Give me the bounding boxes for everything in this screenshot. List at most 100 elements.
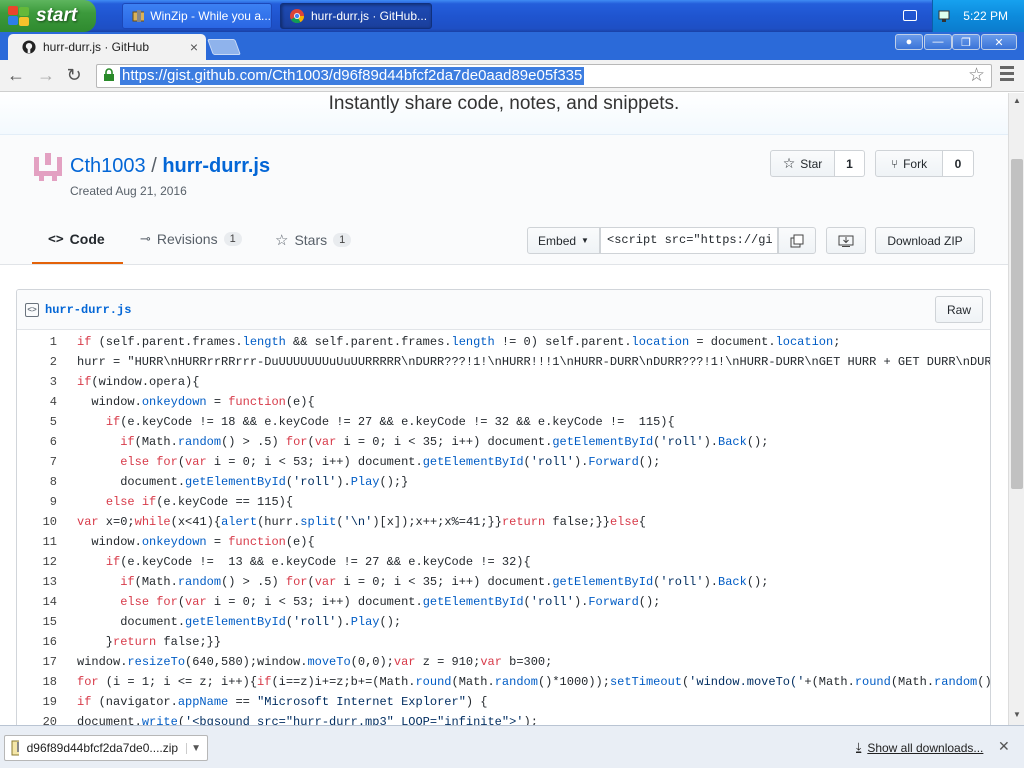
fork-button[interactable]: ⑂ Fork (875, 150, 943, 177)
line-number[interactable]: 2 (17, 352, 61, 372)
taskbar-item-winzip[interactable]: WinZip - While you a... (122, 3, 272, 29)
avatar[interactable] (34, 153, 62, 181)
line-content: document.getElementById('roll').Play(); (77, 615, 402, 629)
line-number[interactable]: 15 (17, 612, 61, 632)
line-content: window.onkeydown = function(e){ (77, 395, 315, 409)
back-icon[interactable]: ← (6, 65, 26, 85)
new-tab-button[interactable] (207, 39, 241, 55)
page-scrollbar[interactable]: ▲ ▼ (1008, 93, 1024, 725)
lock-icon (104, 68, 114, 81)
line-content: window.resizeTo(640,580);window.moveTo(0… (77, 655, 553, 669)
taskbar-item-chrome[interactable]: hurr-durr.js · GitHub... (280, 3, 432, 29)
line-number[interactable]: 12 (17, 552, 61, 572)
chrome-menu-icon[interactable] (1000, 66, 1014, 84)
line-number[interactable]: 13 (17, 572, 61, 592)
minimize-icon[interactable]: — (924, 34, 952, 50)
file-name-link[interactable]: hurr-durr.js (45, 303, 131, 317)
github-icon (22, 40, 36, 54)
code-line: 9 else if(e.keyCode == 115){ (17, 492, 990, 512)
embed-url-input[interactable]: <script src="https://gi (600, 227, 778, 254)
system-tray: 5:22 PM (932, 0, 1024, 32)
tab-close-icon[interactable]: × (190, 39, 198, 55)
tab-code[interactable]: <> Code (48, 231, 105, 247)
show-all-downloads-link[interactable]: ⤓ Show all downloads... (856, 740, 983, 755)
line-content: }return false;}} (77, 635, 222, 649)
gist-filename-link[interactable]: hurr-durr.js (162, 155, 270, 177)
fork-icon: ⑂ (890, 156, 899, 171)
line-content: if (navigator.appName == "Microsoft Inte… (77, 695, 488, 709)
open-desktop-button[interactable] (826, 227, 866, 254)
code-line: 14 else for(var i = 0; i < 53; i++) docu… (17, 592, 990, 612)
tagline: Instantly share code, notes, and snippet… (328, 93, 680, 114)
line-number[interactable]: 10 (17, 512, 61, 532)
reload-icon[interactable]: ↻ (64, 65, 84, 85)
code-line: 6 if(Math.random() > .5) for(var i = 0; … (17, 432, 990, 452)
selected-tab-indicator (32, 262, 123, 264)
tab-stars[interactable]: ☆ Stars 1 (275, 231, 352, 249)
user-icon[interactable]: ● (895, 34, 923, 50)
line-number[interactable]: 1 (17, 332, 61, 352)
line-content: var x=0;while(x<41){alert(hurr.split('\n… (77, 515, 646, 529)
line-number[interactable]: 3 (17, 372, 61, 392)
download-arrow-icon: ⤓ (856, 740, 862, 754)
tab-revisions[interactable]: ⊸ Revisions 1 (140, 231, 242, 247)
page-viewport: Instantly share code, notes, and snippet… (0, 93, 1008, 725)
raw-button[interactable]: Raw (935, 296, 983, 323)
line-content: window.onkeydown = function(e){ (77, 535, 315, 549)
line-number[interactable]: 7 (17, 452, 61, 472)
network-icon[interactable] (937, 8, 953, 24)
line-number[interactable]: 5 (17, 412, 61, 432)
close-window-icon[interactable]: ✕ (981, 34, 1017, 50)
close-download-bar-icon[interactable]: ✕ (998, 738, 1010, 755)
code-line: 1 if (self.parent.frames.length && self.p… (17, 332, 990, 352)
line-number[interactable]: 19 (17, 692, 61, 712)
download-item[interactable]: d96f89d44bfcf2da7de0....zip ▼ (4, 735, 208, 761)
fork-count[interactable]: 0 (943, 150, 974, 177)
start-button[interactable]: start (0, 0, 96, 32)
star-label: Star (800, 156, 823, 171)
line-content: document.write('<bgsound src="hurr-durr.… (77, 715, 538, 725)
line-number[interactable]: 4 (17, 392, 61, 412)
restore-icon[interactable]: ❐ (952, 34, 980, 50)
owner-link[interactable]: Cth1003 (70, 155, 146, 177)
forward-icon[interactable]: → (36, 65, 56, 85)
star-button[interactable]: ☆ Star (770, 150, 835, 177)
winzip-icon (132, 10, 145, 22)
clock[interactable]: 5:22 PM (963, 9, 1008, 23)
gist-banner: Instantly share code, notes, and snippet… (0, 93, 1008, 135)
bookmark-star-icon[interactable]: ☆ (968, 64, 985, 87)
line-number[interactable]: 16 (17, 632, 61, 652)
file-box: <> hurr-durr.js Raw 1 if (self.parent.fra… (16, 289, 991, 725)
copy-button[interactable] (778, 227, 816, 254)
line-content: if(e.keyCode != 13 && e.keyCode != 27 &&… (105, 555, 531, 569)
star-icon: ☆ (782, 155, 796, 171)
line-number[interactable]: 6 (17, 432, 61, 452)
line-number[interactable]: 14 (17, 592, 61, 612)
line-number[interactable]: 9 (17, 492, 61, 512)
line-number[interactable]: 18 (17, 672, 61, 692)
scroll-down-icon[interactable]: ▼ (1013, 710, 1021, 719)
line-number[interactable]: 17 (17, 652, 61, 672)
line-content: else if(e.keyCode == 115){ (105, 495, 294, 509)
line-content: if(Math.random() > .5) for(var i = 0; i … (120, 575, 769, 589)
code-line: 18 for (i = 1; i <= z; i++){if(i==z)i+=z;… (17, 672, 990, 692)
tab-title: hurr-durr.js · GitHub (43, 40, 150, 54)
url-text[interactable]: https://gist.github.com/Cth1003/d96f89d4… (120, 67, 585, 85)
download-file-name: d96f89d44bfcf2da7de0....zip (26, 741, 179, 755)
scroll-up-icon[interactable]: ▲ (1013, 96, 1021, 105)
line-number[interactable]: 8 (17, 472, 61, 492)
star-count[interactable]: 1 (835, 150, 865, 177)
keyboard-icon[interactable] (903, 10, 917, 21)
scrollbar-thumb[interactable] (1011, 159, 1023, 489)
line-number[interactable]: 11 (17, 532, 61, 552)
code-line: 11 window.onkeydown = function(e){ (17, 532, 990, 552)
tab-stars-label: Stars (294, 232, 328, 248)
embed-dropdown[interactable]: Embed ▼ (527, 227, 600, 254)
download-menu-caret-icon[interactable]: ▼ (186, 742, 201, 754)
line-number[interactable]: 20 (17, 712, 61, 725)
code-file-icon: <> (25, 303, 39, 317)
code-line: 20 document.write('<bgsound src="hurr-dur… (17, 712, 990, 725)
download-zip-button[interactable]: Download ZIP (875, 227, 975, 254)
desktop-download-icon (838, 235, 854, 247)
browser-tab[interactable]: hurr-durr.js · GitHub × (8, 34, 206, 60)
